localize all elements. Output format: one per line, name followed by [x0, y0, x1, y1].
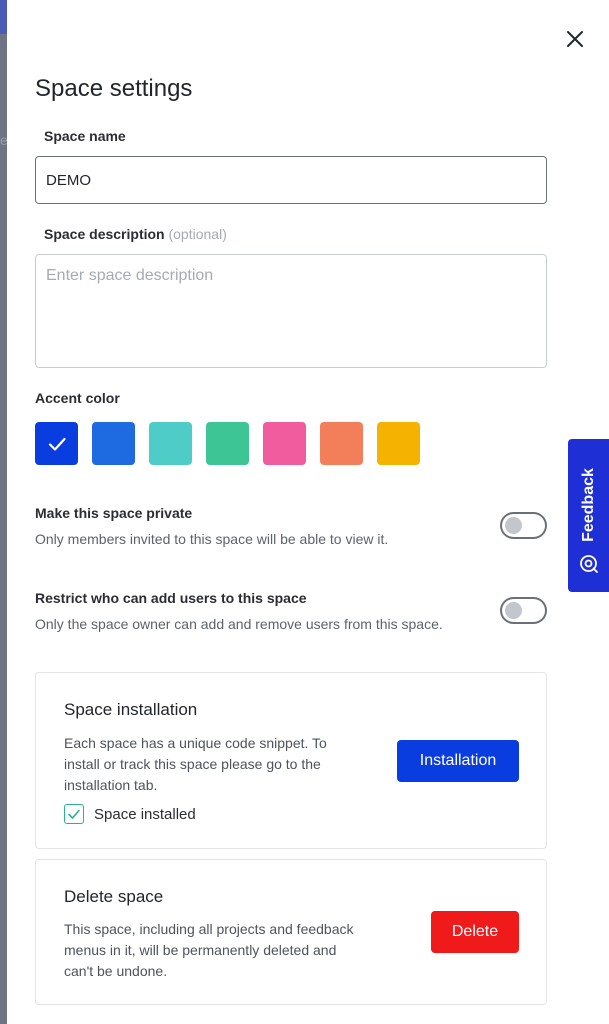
accent-swatch[interactable] — [206, 422, 249, 465]
delete-space-card: Delete space This space, including all p… — [35, 859, 547, 1005]
delete-space-title: Delete space — [64, 887, 164, 906]
space-installation-title: Space installation — [64, 700, 198, 719]
delete-button[interactable]: Delete — [431, 911, 519, 953]
accent-swatch[interactable] — [35, 422, 78, 465]
accent-swatch[interactable] — [377, 422, 420, 465]
space-installation-card: Space installation Each space has a uniq… — [35, 672, 547, 849]
space-description-input[interactable] — [35, 254, 547, 368]
restrict-setting-description: Only the space owner can add and remove … — [35, 616, 443, 632]
page-title: Space settings — [35, 75, 193, 102]
restrict-toggle[interactable] — [500, 597, 547, 624]
toggle-knob — [505, 602, 522, 619]
private-toggle[interactable] — [500, 512, 547, 539]
close-icon — [567, 31, 583, 47]
installation-button[interactable]: Installation — [397, 740, 519, 782]
space-name-label: Space name — [44, 128, 126, 144]
space-installation-text: Each space has a unique code snippet. To… — [64, 735, 327, 793]
accent-color-label: Accent color — [35, 390, 120, 406]
space-settings-panel: Space settings Space name Space descript… — [7, 0, 609, 1024]
delete-space-text: This space, including all projects and f… — [64, 921, 354, 979]
space-description-label: Space description (optional) — [44, 226, 227, 242]
accent-swatch[interactable] — [149, 422, 192, 465]
toggle-knob — [505, 517, 522, 534]
feedback-label: Feedback — [579, 468, 597, 542]
restrict-setting-title: Restrict who can add users to this space — [35, 590, 307, 606]
check-icon — [68, 809, 80, 819]
private-setting-title: Make this space private — [35, 505, 193, 521]
feedback-icon — [580, 555, 598, 573]
space-name-input[interactable] — [35, 156, 547, 204]
accent-swatch[interactable] — [92, 422, 135, 465]
optional-hint: (optional) — [168, 226, 227, 242]
feedback-tab[interactable]: Feedback — [568, 439, 609, 592]
space-installed-label: Space installed — [94, 806, 196, 823]
backdrop-overlay — [0, 0, 7, 1024]
space-description-label-text: Space description — [44, 226, 165, 242]
close-button[interactable] — [563, 27, 587, 51]
accent-color-swatches — [35, 422, 420, 465]
accent-swatch[interactable] — [263, 422, 306, 465]
accent-swatch[interactable] — [320, 422, 363, 465]
check-icon — [48, 437, 66, 451]
private-setting-description: Only members invited to this space will … — [35, 531, 389, 547]
space-installed-checkbox[interactable] — [64, 804, 84, 824]
backdrop-header — [0, 0, 7, 34]
